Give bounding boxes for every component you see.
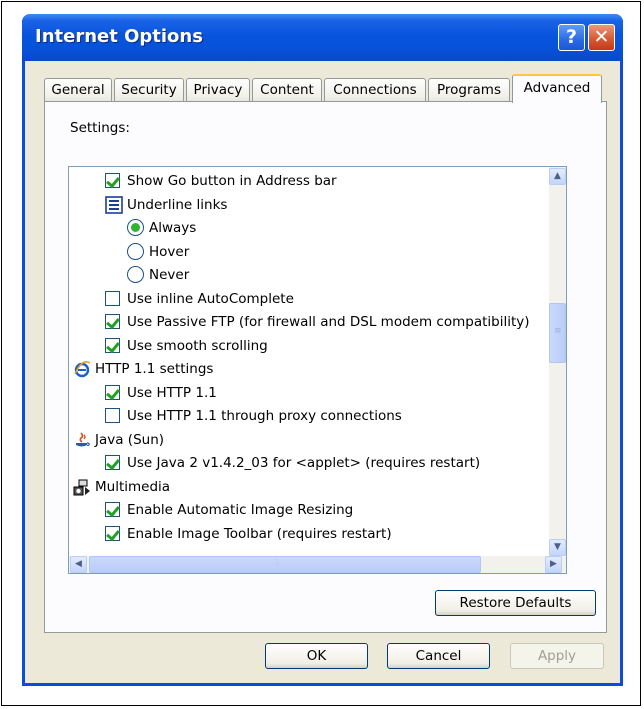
tab-content[interactable]: Content xyxy=(252,78,322,102)
help-button[interactable]: ? xyxy=(558,24,585,51)
grip-icon: ≡ xyxy=(554,326,562,336)
checkbox-unchecked[interactable] xyxy=(105,290,120,306)
grip-icon: ⦙ xyxy=(276,558,279,568)
scroll-down-button[interactable]: ▼ xyxy=(549,539,566,556)
close-button[interactable]: ✕ xyxy=(588,24,615,51)
multimedia-icon xyxy=(73,478,91,496)
scroll-right-button[interactable]: ▶ xyxy=(545,556,562,573)
tab-strip: General Security Privacy Content Connect… xyxy=(44,74,614,103)
setting-label: Use smooth scrolling xyxy=(127,337,268,354)
restore-defaults-button[interactable]: Restore Defaults xyxy=(435,590,596,616)
apply-button[interactable]: Apply xyxy=(510,643,604,669)
setting-label: Never xyxy=(149,267,190,283)
checkbox-setting-row[interactable]: Show Go button in Address bar xyxy=(69,170,559,192)
tab-advanced[interactable]: Advanced xyxy=(512,74,602,103)
vertical-scroll-thumb[interactable]: ≡ xyxy=(549,303,566,363)
settings-group-header: Multimedia xyxy=(69,476,559,498)
cancel-button[interactable]: Cancel xyxy=(387,643,490,669)
radio-setting-row[interactable]: Hover xyxy=(69,241,559,263)
setting-label: Multimedia xyxy=(95,478,171,495)
checkbox-setting-row[interactable]: Use inline AutoComplete xyxy=(69,288,559,310)
setting-label: Always xyxy=(149,220,197,236)
checkbox-checked[interactable] xyxy=(105,173,120,188)
settings-label: Settings: xyxy=(70,120,130,136)
radio-unselected[interactable] xyxy=(127,266,144,283)
setting-label: Java (Sun) xyxy=(95,431,165,448)
tab-connections[interactable]: Connections xyxy=(324,78,426,102)
setting-label: Use HTTP 1.1 xyxy=(127,384,217,401)
checkbox-setting-row[interactable]: Use Java 2 v1.4.2_03 for <applet> (requi… xyxy=(69,452,559,474)
dialog-body: General Security Privacy Content Connect… xyxy=(25,61,620,683)
setting-label: Hover xyxy=(149,243,190,260)
tab-security[interactable]: Security xyxy=(114,78,184,102)
checkbox-setting-row[interactable]: Use HTTP 1.1 xyxy=(69,382,559,404)
scroll-left-button[interactable]: ◀ xyxy=(70,556,87,573)
checkbox-setting-row[interactable]: Use HTTP 1.1 through proxy connections xyxy=(69,405,559,427)
tab-programs[interactable]: Programs xyxy=(428,78,510,102)
setting-label: Show Go button in Address bar xyxy=(127,173,337,189)
settings-group-header: Java (Sun) xyxy=(69,429,559,451)
horizontal-scroll-thumb[interactable]: ⦙ xyxy=(89,556,481,573)
list-icon xyxy=(105,195,123,214)
setting-label: Use inline AutoComplete xyxy=(127,290,294,307)
tab-general[interactable]: General xyxy=(44,78,112,102)
ie-icon xyxy=(73,360,91,378)
radio-setting-row[interactable]: Always xyxy=(69,217,559,239)
checkbox-checked[interactable] xyxy=(105,525,120,541)
setting-label: Enable Automatic Image Resizing xyxy=(127,502,354,518)
checkbox-checked[interactable] xyxy=(105,314,120,329)
vertical-scrollbar[interactable]: ▲ ≡ ▼ xyxy=(549,167,566,573)
checkbox-setting-row[interactable]: Enable Automatic Image Resizing xyxy=(69,499,559,521)
checkbox-setting-row[interactable]: Enable Image Toolbar (requires restart) xyxy=(69,523,559,545)
settings-group-header: Underline links xyxy=(69,194,559,216)
setting-label: Use Passive FTP (for firewall and DSL mo… xyxy=(127,314,530,330)
java-icon xyxy=(73,431,91,449)
horizontal-scrollbar[interactable]: ◀ ⦙ ▶ xyxy=(69,556,566,573)
checkbox-setting-row[interactable]: Use Passive FTP (for firewall and DSL mo… xyxy=(69,311,559,333)
settings-group-header: HTTP 1.1 settings xyxy=(69,358,559,380)
checkbox-setting-row[interactable]: Use smooth scrolling xyxy=(69,335,559,357)
setting-label: Use Java 2 v1.4.2_03 for <applet> (requi… xyxy=(127,455,481,471)
checkbox-checked[interactable] xyxy=(105,384,120,400)
checkbox-checked[interactable] xyxy=(105,455,120,470)
setting-label: Enable Image Toolbar (requires restart) xyxy=(127,525,392,542)
checkbox-checked[interactable] xyxy=(105,502,120,517)
checkbox-checked[interactable] xyxy=(105,337,120,353)
scroll-up-button[interactable]: ▲ xyxy=(549,168,566,185)
radio-unselected[interactable] xyxy=(127,242,144,260)
settings-rows: Show Go button in Address bar Underline l… xyxy=(69,167,576,559)
advanced-tab-panel: Settings: Show Go button in Address bar U… xyxy=(44,101,607,633)
tab-privacy[interactable]: Privacy xyxy=(186,78,250,102)
setting-label: HTTP 1.1 settings xyxy=(95,361,214,377)
setting-label: Use HTTP 1.1 through proxy connections xyxy=(127,408,402,424)
setting-label: Underline links xyxy=(127,196,228,213)
radio-selected[interactable] xyxy=(127,219,144,236)
window-title: Internet Options xyxy=(35,26,203,47)
ok-button[interactable]: OK xyxy=(265,643,368,669)
title-bar[interactable]: Internet Options ? ✕ xyxy=(22,14,623,61)
checkbox-unchecked[interactable] xyxy=(105,408,120,423)
internet-options-dialog: Internet Options ? ✕ General Security Pr… xyxy=(22,14,623,686)
settings-list[interactable]: Show Go button in Address bar Underline l… xyxy=(68,166,567,574)
radio-setting-row[interactable]: Never xyxy=(69,264,559,286)
